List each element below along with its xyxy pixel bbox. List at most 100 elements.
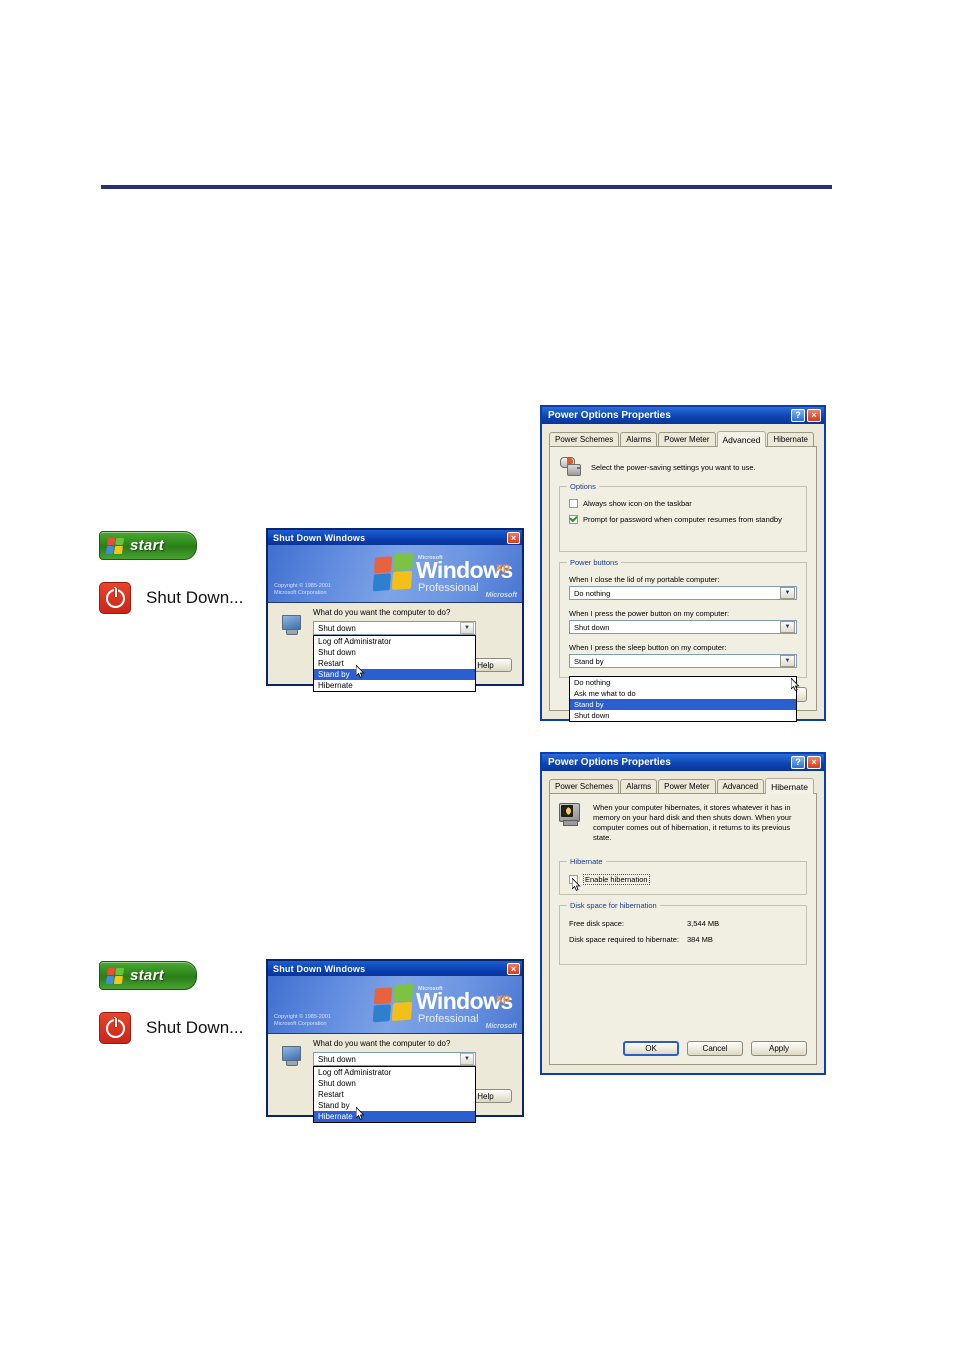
- list-item[interactable]: Log off Administrator: [314, 1067, 475, 1078]
- required-space-label: Disk space required to hibernate:: [569, 935, 680, 944]
- tab-advanced[interactable]: Advanced: [716, 431, 767, 447]
- list-item-selected[interactable]: Stand by: [570, 699, 796, 710]
- shutdown-power-icon[interactable]: [99, 1012, 131, 1044]
- dialog-title-bar: Power Options Properties ? ×: [542, 754, 824, 771]
- shutdown-power-icon[interactable]: [99, 582, 131, 614]
- shutdown-action-value: Shut down: [318, 1054, 356, 1064]
- power-symbol-icon: [105, 1016, 125, 1038]
- chevron-down-icon[interactable]: ▼: [460, 1053, 474, 1065]
- list-item[interactable]: Shut down: [570, 710, 796, 721]
- free-disk-space-row: Free disk space: 3,544 MB: [569, 919, 797, 928]
- list-item[interactable]: Hibernate: [314, 680, 475, 691]
- tab-power-schemes[interactable]: Power Schemes: [549, 432, 620, 446]
- header-rule: [101, 185, 832, 189]
- disk-space-group: Disk space for hibernation Free disk spa…: [559, 901, 807, 965]
- shutdown-action-combobox[interactable]: Shut down ▼: [313, 1052, 476, 1066]
- banner-copyright: Copyright © 1985-2001 Microsoft Corporat…: [274, 1014, 331, 1027]
- tab-hibernate[interactable]: Hibernate: [765, 778, 814, 794]
- tab-power-meter[interactable]: Power Meter: [658, 779, 716, 793]
- power-options-hibernate-dialog: Power Options Properties ? × Power Schem…: [540, 752, 826, 1075]
- tab-advanced[interactable]: Advanced: [716, 779, 765, 793]
- shutdown-action-dropdown-list[interactable]: Log off Administrator Shut down Restart …: [313, 635, 476, 692]
- required-space-row: Disk space required to hibernate: 384 MB: [569, 935, 797, 944]
- banner-xp-wordmark: xp: [496, 560, 511, 574]
- computer-icon: [282, 1046, 301, 1066]
- required-space-value: 384 MB: [687, 935, 713, 944]
- sleep-button-dropdown-list[interactable]: Do nothing Ask me what to do Stand by Sh…: [569, 676, 797, 722]
- lid-close-value: Do nothing: [574, 588, 611, 598]
- options-group-legend: Options: [567, 482, 599, 491]
- shut-down-windows-dialog: Shut Down Windows × Microsoft Windows xp…: [266, 528, 524, 692]
- always-show-icon-checkbox[interactable]: [569, 499, 578, 508]
- list-item[interactable]: Shut down: [314, 1078, 475, 1089]
- tab-power-meter[interactable]: Power Meter: [658, 432, 716, 446]
- tab-alarms[interactable]: Alarms: [620, 779, 658, 793]
- power-plug-icon: [559, 456, 581, 476]
- chevron-down-icon[interactable]: ▼: [780, 587, 795, 599]
- apply-button[interactable]: Apply: [751, 1041, 807, 1056]
- start-button[interactable]: start: [99, 531, 197, 560]
- tab-strip: Power Schemes Alarms Power Meter Advance…: [549, 777, 817, 794]
- list-item[interactable]: Shut down: [314, 647, 475, 658]
- tab-panel-hibernate: When your computer hibernates, it stores…: [549, 793, 817, 1065]
- cancel-button[interactable]: Cancel: [687, 1041, 743, 1056]
- chevron-down-icon[interactable]: ▼: [460, 622, 474, 634]
- tab-power-schemes[interactable]: Power Schemes: [549, 779, 620, 793]
- list-item-selected[interactable]: Stand by: [314, 669, 475, 680]
- start-button[interactable]: start: [99, 961, 197, 990]
- close-icon[interactable]: ×: [807, 409, 821, 422]
- close-icon[interactable]: ×: [507, 531, 520, 544]
- help-icon[interactable]: ?: [791, 409, 805, 422]
- shut-down-windows-dialog: Shut Down Windows × Microsoft Windows xp…: [266, 959, 524, 1123]
- dialog-title-bar: Shut Down Windows ×: [268, 530, 522, 545]
- dialog-prompt: What do you want the computer to do?: [313, 1039, 451, 1048]
- chevron-down-icon[interactable]: ▼: [780, 621, 795, 633]
- ok-button[interactable]: OK: [623, 1041, 679, 1056]
- power-buttons-group-legend: Power buttons: [567, 558, 621, 567]
- start-button-label: start: [130, 537, 165, 554]
- sleep-button-value: Stand by: [574, 656, 604, 666]
- hibernate-group-legend: Hibernate: [567, 857, 606, 866]
- dialog-body: What do you want the computer to do? Shu…: [268, 603, 522, 692]
- dialog-title-bar: Shut Down Windows ×: [268, 961, 522, 976]
- list-item[interactable]: Restart: [314, 1089, 475, 1100]
- list-item-selected[interactable]: Hibernate: [314, 1111, 475, 1122]
- list-item[interactable]: Do nothing: [570, 677, 796, 688]
- shutdown-action-combobox[interactable]: Shut down ▼: [313, 621, 476, 635]
- dialog-body: What do you want the computer to do? Shu…: [268, 1034, 522, 1123]
- dialog-inner: Power Schemes Alarms Power Meter Advance…: [542, 771, 824, 1073]
- banner-xp-wordmark: xp: [496, 991, 511, 1005]
- help-icon[interactable]: ?: [791, 756, 805, 769]
- windows-logo-icon: [372, 983, 416, 1025]
- lid-close-combobox[interactable]: Do nothing ▼: [569, 586, 797, 600]
- list-item[interactable]: Restart: [314, 658, 475, 669]
- shutdown-action-dropdown-list[interactable]: Log off Administrator Shut down Restart …: [313, 1066, 476, 1123]
- tab-alarms[interactable]: Alarms: [620, 432, 658, 446]
- enable-hibernation-checkbox[interactable]: [569, 875, 578, 884]
- hibernate-monitor-icon: [559, 803, 583, 826]
- checkbox-row[interactable]: Enable hibernation: [569, 874, 797, 891]
- lid-close-label: When I close the lid of my portable comp…: [569, 575, 720, 584]
- power-button-combobox[interactable]: Shut down ▼: [569, 620, 797, 634]
- dialog-title-bar: Power Options Properties ? ×: [542, 407, 824, 424]
- power-button-label: When I press the power button on my comp…: [569, 609, 730, 618]
- windows-xp-banner: Microsoft Windows xp Professional Copyri…: [268, 976, 522, 1034]
- close-icon[interactable]: ×: [507, 962, 520, 975]
- shutdown-shortcut-label: Shut Down...: [146, 1018, 244, 1037]
- windows-xp-banner: Microsoft Windows xp Professional Copyri…: [268, 545, 522, 603]
- list-item[interactable]: Ask me what to do: [570, 688, 796, 699]
- list-item[interactable]: Stand by: [314, 1100, 475, 1111]
- checkbox-row[interactable]: Always show icon on the taskbar: [569, 499, 797, 508]
- intro-text: When your computer hibernates, it stores…: [593, 803, 792, 842]
- dialog-inner: Power Schemes Alarms Power Meter Advance…: [542, 424, 824, 722]
- power-symbol-icon: [105, 586, 125, 608]
- tab-panel-advanced: Select the power-saving settings you wan…: [549, 446, 817, 722]
- close-icon[interactable]: ×: [807, 756, 821, 769]
- list-item[interactable]: Log off Administrator: [314, 636, 475, 647]
- shutdown-shortcut-label: Shut Down...: [146, 588, 244, 607]
- prompt-password-checkbox[interactable]: [569, 515, 578, 524]
- tab-hibernate[interactable]: Hibernate: [767, 432, 814, 446]
- sleep-button-combobox[interactable]: Stand by ▼: [569, 654, 797, 668]
- checkbox-row[interactable]: Prompt for password when computer resume…: [569, 515, 797, 524]
- chevron-down-icon[interactable]: ▼: [780, 655, 795, 667]
